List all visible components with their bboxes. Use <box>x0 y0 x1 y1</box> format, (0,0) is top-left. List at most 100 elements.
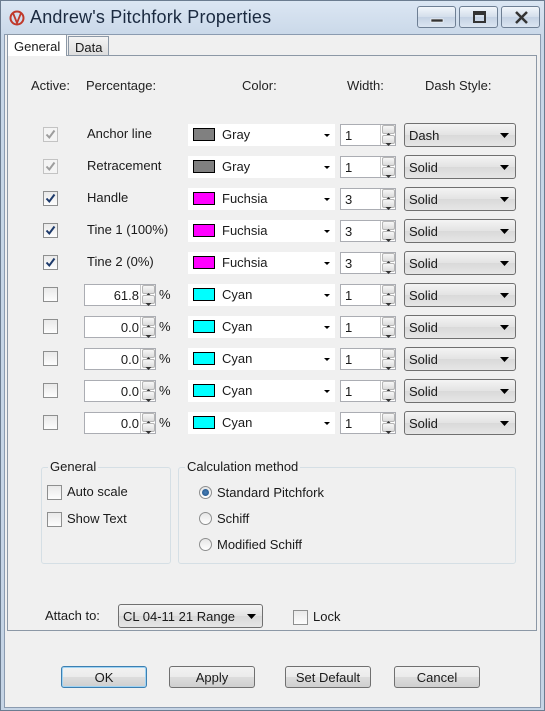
spin-up-button[interactable] <box>142 413 155 424</box>
spinner-arrows[interactable] <box>380 381 395 402</box>
dash-style-dropdown[interactable]: Solid <box>404 283 516 307</box>
spin-up-button[interactable] <box>382 221 395 232</box>
radio-standard-pitchfork[interactable] <box>199 486 212 499</box>
spin-down-button[interactable] <box>382 199 395 210</box>
spin-down-button[interactable] <box>142 423 155 434</box>
color-dropdown[interactable]: Cyan <box>188 316 335 338</box>
spinner-arrows[interactable] <box>140 349 155 370</box>
spin-down-button[interactable] <box>382 423 395 434</box>
spinner-arrows[interactable] <box>380 413 395 434</box>
active-checkbox[interactable] <box>43 287 58 302</box>
width-spinner[interactable]: 1 <box>340 412 396 434</box>
color-dropdown[interactable]: Fuchsia <box>188 188 335 210</box>
color-dropdown[interactable]: Cyan <box>188 412 335 434</box>
spin-down-button[interactable] <box>382 295 395 306</box>
dash-style-dropdown[interactable]: Solid <box>404 347 516 371</box>
radio-modified-schiff[interactable] <box>199 538 212 551</box>
spin-down-button[interactable] <box>382 327 395 338</box>
spinner-arrows[interactable] <box>380 125 395 146</box>
tab-data[interactable]: Data <box>68 36 110 56</box>
color-dropdown[interactable]: Cyan <box>188 284 335 306</box>
percentage-spinner[interactable]: 0.0 <box>84 380 156 402</box>
spin-up-button[interactable] <box>382 317 395 328</box>
color-dropdown[interactable]: Gray <box>188 124 335 146</box>
width-spinner[interactable]: 3 <box>340 220 396 242</box>
close-button[interactable] <box>501 6 540 28</box>
spinner-arrows[interactable] <box>140 285 155 306</box>
color-dropdown[interactable]: Fuchsia <box>188 252 335 274</box>
spin-up-button[interactable] <box>382 349 395 360</box>
spinner-arrows[interactable] <box>380 189 395 210</box>
spin-down-button[interactable] <box>382 135 395 146</box>
color-dropdown[interactable]: Fuchsia <box>188 220 335 242</box>
spinner-arrows[interactable] <box>140 317 155 338</box>
show-text-checkbox[interactable] <box>47 512 62 527</box>
spin-down-button[interactable] <box>382 263 395 274</box>
spinner-arrows[interactable] <box>380 349 395 370</box>
percentage-spinner[interactable]: 0.0 <box>84 412 156 434</box>
spin-up-button[interactable] <box>382 413 395 424</box>
maximize-button[interactable] <box>459 6 498 28</box>
color-dropdown[interactable]: Gray <box>188 156 335 178</box>
active-checkbox[interactable] <box>43 159 58 174</box>
spinner-arrows[interactable] <box>380 221 395 242</box>
spin-down-button[interactable] <box>382 359 395 370</box>
percentage-spinner[interactable]: 0.0 <box>84 316 156 338</box>
cancel-button[interactable]: Cancel <box>394 666 480 688</box>
width-spinner[interactable]: 3 <box>340 188 396 210</box>
spin-up-button[interactable] <box>142 285 155 296</box>
width-spinner[interactable]: 1 <box>340 284 396 306</box>
tab-general[interactable]: General <box>7 34 68 56</box>
spinner-arrows[interactable] <box>140 413 155 434</box>
percentage-spinner[interactable]: 61.8 <box>84 284 156 306</box>
width-spinner[interactable]: 1 <box>340 348 396 370</box>
ok-button[interactable]: OK <box>61 666 147 688</box>
active-checkbox[interactable] <box>43 351 58 366</box>
spin-up-button[interactable] <box>382 189 395 200</box>
active-checkbox[interactable] <box>43 383 58 398</box>
spin-down-button[interactable] <box>142 359 155 370</box>
spin-up-button[interactable] <box>382 285 395 296</box>
spin-down-button[interactable] <box>142 391 155 402</box>
spin-up-button[interactable] <box>382 125 395 136</box>
spin-up-button[interactable] <box>142 317 155 328</box>
apply-button[interactable]: Apply <box>169 666 255 688</box>
spin-up-button[interactable] <box>382 157 395 168</box>
minimize-button[interactable] <box>417 6 456 28</box>
width-spinner[interactable]: 1 <box>340 156 396 178</box>
dash-style-dropdown[interactable]: Solid <box>404 219 516 243</box>
spinner-arrows[interactable] <box>380 317 395 338</box>
dash-style-dropdown[interactable]: Solid <box>404 187 516 211</box>
width-spinner[interactable]: 3 <box>340 252 396 274</box>
dash-style-dropdown[interactable]: Dash <box>404 123 516 147</box>
title-bar[interactable]: Andrew's Pitchfork Properties <box>1 1 544 35</box>
radio-schiff[interactable] <box>199 512 212 525</box>
percentage-spinner[interactable]: 0.0 <box>84 348 156 370</box>
color-dropdown[interactable]: Cyan <box>188 348 335 370</box>
spin-down-button[interactable] <box>382 391 395 402</box>
spinner-arrows[interactable] <box>380 253 395 274</box>
active-checkbox[interactable] <box>43 223 58 238</box>
spin-down-button[interactable] <box>382 167 395 178</box>
lock-checkbox[interactable] <box>293 610 308 625</box>
spinner-arrows[interactable] <box>380 285 395 306</box>
spin-down-button[interactable] <box>142 295 155 306</box>
spin-up-button[interactable] <box>142 349 155 360</box>
dash-style-dropdown[interactable]: Solid <box>404 315 516 339</box>
active-checkbox[interactable] <box>43 127 58 142</box>
spinner-arrows[interactable] <box>140 381 155 402</box>
dash-style-dropdown[interactable]: Solid <box>404 251 516 275</box>
dash-style-dropdown[interactable]: Solid <box>404 411 516 435</box>
width-spinner[interactable]: 1 <box>340 380 396 402</box>
dash-style-dropdown[interactable]: Solid <box>404 379 516 403</box>
active-checkbox[interactable] <box>43 191 58 206</box>
spin-up-button[interactable] <box>382 381 395 392</box>
spin-up-button[interactable] <box>382 253 395 264</box>
active-checkbox[interactable] <box>43 319 58 334</box>
spin-down-button[interactable] <box>142 327 155 338</box>
active-checkbox[interactable] <box>43 255 58 270</box>
auto-scale-checkbox[interactable] <box>47 485 62 500</box>
spinner-arrows[interactable] <box>380 157 395 178</box>
attach-to-dropdown[interactable]: CL 04-11 21 Range <box>118 604 263 628</box>
width-spinner[interactable]: 1 <box>340 316 396 338</box>
